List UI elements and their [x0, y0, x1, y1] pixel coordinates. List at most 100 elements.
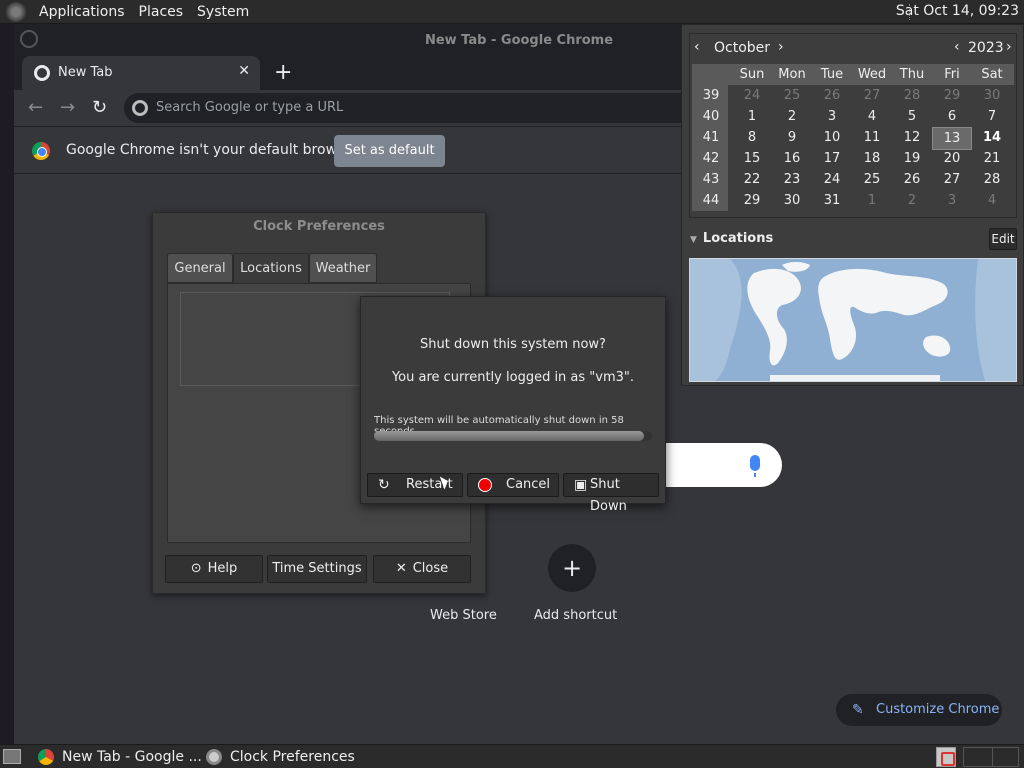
calendar-day[interactable]: 30	[772, 190, 812, 211]
chrome-logo-icon	[32, 142, 50, 160]
chrome-taskbar-icon	[38, 749, 54, 765]
calendar-day[interactable]: 14	[972, 127, 1012, 148]
tray-applet-icon[interactable]	[936, 747, 956, 767]
tab-general[interactable]: General	[167, 253, 233, 283]
calendar-day[interactable]: 19	[892, 148, 932, 169]
calendar-week-row: 42 15 16 17 18 19 20 21	[692, 148, 1014, 169]
calendar-day[interactable]: 25	[852, 169, 892, 190]
shut-down-button[interactable]: ▣ Shut Down	[563, 473, 659, 514]
world-map	[689, 258, 1017, 382]
calendar-day[interactable]: 15	[732, 148, 772, 169]
weekday-label: Thu	[899, 67, 925, 82]
logged-in-message: You are currently logged in as "vm3".	[391, 370, 635, 385]
prev-month-icon[interactable]: ‹	[694, 39, 700, 55]
calendar-week-row: 41 8 9 10 11 12 13 14	[692, 127, 1014, 150]
next-month-icon[interactable]: ›	[778, 39, 784, 55]
calendar-day[interactable]: 13	[932, 127, 972, 150]
customize-chrome-button[interactable]: ✎ Customize Chrome	[836, 694, 1002, 726]
close-tab-icon[interactable]: ✕	[238, 63, 250, 79]
tab-locations[interactable]: Locations	[233, 253, 309, 283]
calendar-day[interactable]: 17	[812, 148, 852, 169]
calendar-day[interactable]: 26	[812, 85, 852, 106]
calendar-day[interactable]: 27	[932, 169, 972, 190]
calendar-day[interactable]: 1	[732, 106, 772, 127]
calendar-day[interactable]: 28	[892, 85, 932, 106]
locations-expander[interactable]: ▼ Locations	[690, 231, 773, 246]
cancel-button[interactable]: Cancel	[467, 473, 559, 497]
tab-weather[interactable]: Weather	[309, 253, 377, 283]
menu-applications[interactable]: Applications	[32, 4, 132, 20]
calendar-day[interactable]: 11	[852, 127, 892, 148]
weekday-label: Sun	[739, 67, 765, 82]
calendar-day[interactable]: 26	[892, 169, 932, 190]
tab-new-tab[interactable]: New Tab ✕	[22, 56, 260, 90]
calendar-day[interactable]: 12	[892, 127, 932, 148]
calendar-day[interactable]: 4	[852, 106, 892, 127]
omnibox[interactable]: Search Google or type a URL	[124, 93, 744, 123]
calendar-day[interactable]: 2	[892, 190, 932, 211]
menu-system[interactable]: System	[190, 4, 256, 20]
calendar-day[interactable]: 28	[972, 169, 1012, 190]
set-as-default-button[interactable]: Set as default	[334, 135, 445, 167]
expander-triangle-icon: ▼	[690, 235, 697, 245]
calendar-day[interactable]: 1	[852, 190, 892, 211]
calendar-day[interactable]: 22	[732, 169, 772, 190]
add-shortcut-plus-icon[interactable]: +	[548, 544, 596, 592]
prev-year-icon[interactable]: ‹	[954, 39, 960, 55]
calendar-day[interactable]: 6	[932, 106, 972, 127]
forward-arrow-icon[interactable]: →	[60, 97, 75, 118]
workspace-switcher[interactable]	[963, 747, 1019, 767]
close-button[interactable]: ✕ Close	[373, 555, 471, 583]
calendar-day[interactable]: 25	[772, 85, 812, 106]
panel-clock[interactable]: Sat Oct 14, 09:23	[896, 3, 1019, 19]
time-settings-button[interactable]: Time Settings	[267, 555, 367, 583]
calendar-day[interactable]: 10	[812, 127, 852, 148]
chrome-favicon-icon	[34, 65, 50, 81]
calendar-day[interactable]: 3	[812, 106, 852, 127]
weekday-label: Fri	[944, 67, 960, 82]
calendar-day[interactable]: 21	[972, 148, 1012, 169]
microphone-icon[interactable]	[750, 455, 760, 477]
calendar-day[interactable]: 4	[972, 190, 1012, 211]
week-number: 43	[694, 169, 728, 190]
calendar-day[interactable]: 30	[972, 85, 1012, 106]
calendar-day[interactable]: 18	[852, 148, 892, 169]
help-lifebuoy-icon: ⊙	[190, 561, 202, 576]
top-panel: Applications Places System Sat Oct 14, 0…	[0, 0, 1024, 24]
weekday-label: Mon	[778, 67, 806, 82]
show-desktop-icon[interactable]	[3, 749, 21, 764]
calendar-day[interactable]: 16	[772, 148, 812, 169]
help-button[interactable]: ⊙ Help	[165, 555, 263, 583]
shortcut-web-store[interactable]: Web Store	[430, 608, 497, 623]
close-x-icon: ✕	[395, 561, 407, 576]
calendar-day[interactable]: 27	[852, 85, 892, 106]
calendar-day[interactable]: 29	[932, 85, 972, 106]
calendar-day[interactable]: 7	[972, 106, 1012, 127]
calendar-day[interactable]: 20	[932, 148, 972, 169]
shortcut-add-shortcut[interactable]: Add shortcut	[534, 608, 617, 623]
calendar-day[interactable]: 24	[732, 85, 772, 106]
calendar-day[interactable]: 8	[732, 127, 772, 148]
reload-icon[interactable]: ↻	[92, 97, 107, 118]
edit-locations-button[interactable]: Edit	[989, 228, 1017, 250]
calendar-day[interactable]: 23	[772, 169, 812, 190]
calendar-week-row: 40 1 2 3 4 5 6 7	[692, 106, 1014, 127]
next-year-icon[interactable]: ›	[1006, 39, 1012, 55]
calendar-day[interactable]: 2	[772, 106, 812, 127]
back-arrow-icon[interactable]: ←	[28, 97, 43, 118]
calendar-day[interactable]: 3	[932, 190, 972, 211]
week-number: 39	[694, 85, 728, 106]
week-number: 42	[694, 148, 728, 169]
calendar-day[interactable]: 9	[772, 127, 812, 148]
calendar-grid: Sun Mon Tue Wed Thu Fri Sat 39 24 25 26 27 28 29 30 40…	[692, 64, 1014, 211]
taskbar-item-clock-preferences[interactable]: Clock Preferences	[206, 745, 356, 768]
taskbar-item-chrome[interactable]: New Tab - Google ...	[38, 745, 202, 768]
calendar-day[interactable]: 29	[732, 190, 772, 211]
calendar-day[interactable]: 5	[892, 106, 932, 127]
calendar-day[interactable]: 31	[812, 190, 852, 211]
weekday-label: Tue	[820, 67, 844, 82]
calendar-day[interactable]: 24	[812, 169, 852, 190]
menu-places[interactable]: Places	[132, 4, 191, 20]
new-tab-plus-icon[interactable]: +	[274, 60, 292, 85]
distro-logo-icon[interactable]	[6, 1, 26, 22]
